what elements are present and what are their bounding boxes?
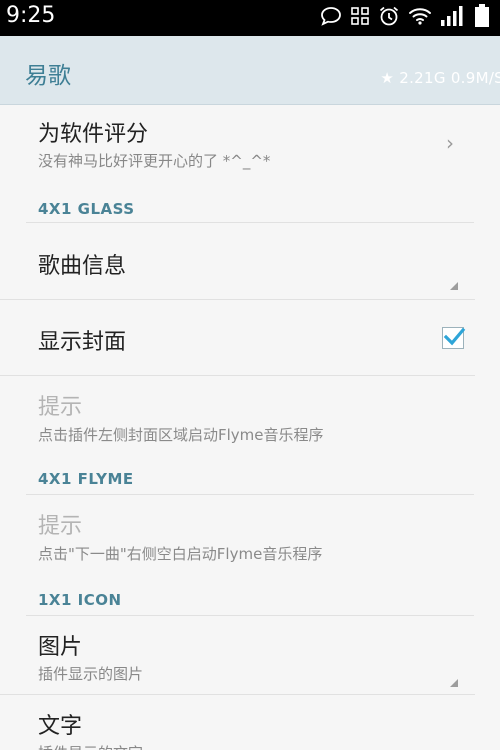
section-header-flyme: 4X1 FLYME xyxy=(38,470,134,488)
chevron-right-icon: › xyxy=(446,131,454,155)
image-item[interactable]: 图片 插件显示的图片 xyxy=(0,616,500,694)
flyme-tip-label: 提示 xyxy=(38,514,83,539)
show-cover-label: 显示封面 xyxy=(38,330,127,355)
status-icons xyxy=(320,4,490,32)
alarm-clock-icon xyxy=(378,5,400,31)
rate-app-item[interactable]: 为软件评分 没有神马比好评更开心的了 *^_^* › xyxy=(0,104,500,179)
app-title: 易歌 xyxy=(25,63,71,89)
glass-tip-label: 提示 xyxy=(38,395,83,420)
show-cover-checkbox[interactable] xyxy=(442,327,466,349)
song-info-item[interactable]: 歌曲信息 xyxy=(0,223,500,299)
text-item[interactable]: 文字 插件显示的文字 xyxy=(0,695,500,750)
text-summary: 插件显示的文字 xyxy=(38,742,143,750)
wifi-icon xyxy=(408,6,432,30)
status-time: 9:25 xyxy=(6,3,56,28)
glass-tip-summary: 点击插件左侧封面区域启动Flyme音乐程序 xyxy=(38,426,324,444)
image-label: 图片 xyxy=(38,635,83,660)
flyme-tip-summary: 点击"下一曲"右侧空白启动Flyme音乐程序 xyxy=(38,545,323,563)
settings-list: 为软件评分 没有神马比好评更开心的了 *^_^* › 4X1 GLASS 歌曲信… xyxy=(0,104,500,750)
status-bar: 9:25 xyxy=(0,0,500,36)
show-cover-item[interactable]: 显示封面 xyxy=(0,300,500,375)
app-header: 易歌 ★ 2.21G 0.9M/S xyxy=(0,36,500,105)
rate-app-label: 为软件评分 xyxy=(38,122,149,147)
flyme-tip-item: 提示 点击"下一曲"右侧空白启动Flyme音乐程序 xyxy=(0,495,500,571)
rate-app-summary: 没有神马比好评更开心的了 *^_^* xyxy=(38,152,271,170)
text-label: 文字 xyxy=(38,714,83,739)
section-header-glass: 4X1 GLASS xyxy=(38,200,135,218)
dropdown-corner-icon xyxy=(450,282,458,290)
battery-icon xyxy=(474,4,490,32)
signal-icon xyxy=(440,5,466,31)
chat-bubble-icon xyxy=(320,6,342,30)
dropdown-corner-icon xyxy=(450,679,458,687)
checkmark-icon xyxy=(443,327,466,346)
apps-grid-icon xyxy=(350,6,370,30)
glass-tip-item: 提示 点击插件左侧封面区域启动Flyme音乐程序 xyxy=(0,376,500,450)
traffic-stats: ★ 2.21G 0.9M/S xyxy=(380,69,500,87)
image-summary: 插件显示的图片 xyxy=(38,665,144,683)
section-header-icon: 1X1 ICON xyxy=(38,591,122,609)
song-info-label: 歌曲信息 xyxy=(38,254,127,279)
